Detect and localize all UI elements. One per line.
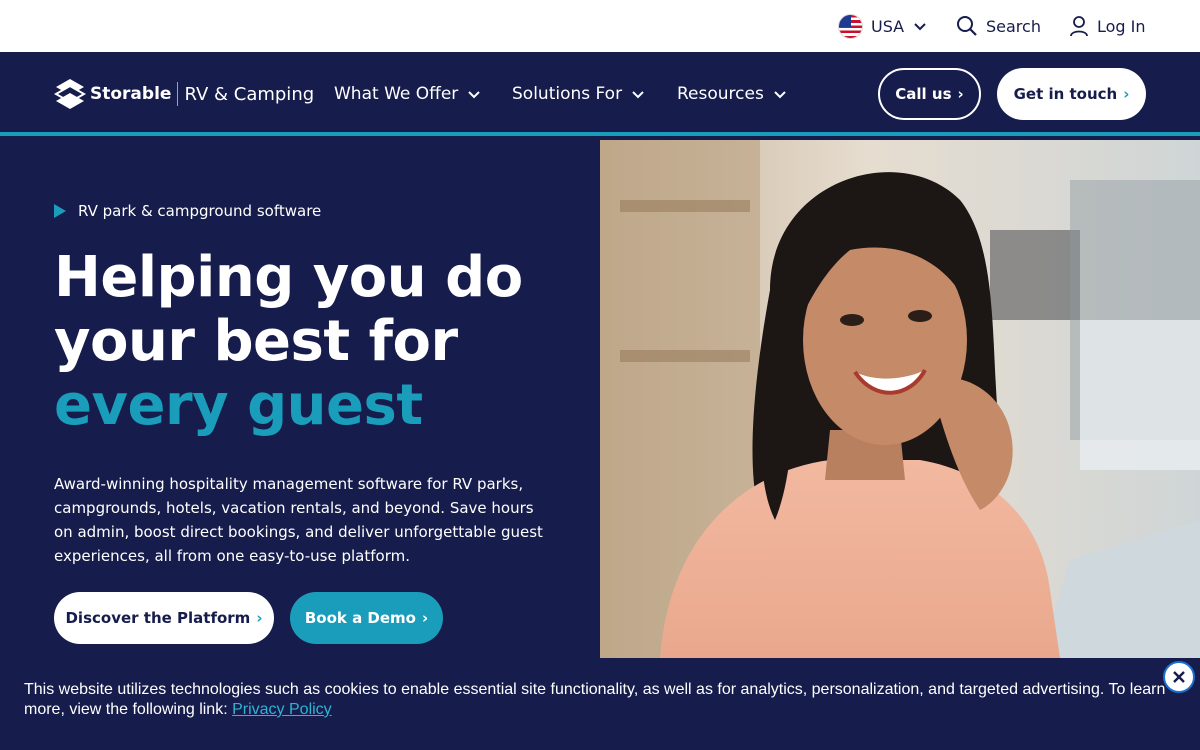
hero-eyebrow: RV park & campground software [54, 202, 321, 220]
country-label: USA [871, 16, 905, 36]
nav-item-solutions-for[interactable]: Solutions For [512, 52, 646, 136]
hero-section: RV park & campground software Helping yo… [0, 140, 600, 658]
country-selector[interactable]: USA [838, 0, 928, 52]
get-in-touch-label: Get in touch [1013, 85, 1118, 103]
chevron-right-icon: › [256, 609, 263, 627]
chevron-right-icon: › [957, 85, 964, 103]
chevron-down-icon [468, 91, 481, 99]
logo-divider [177, 82, 179, 106]
login-label: Log In [1097, 16, 1146, 36]
headline-accent: every guest [54, 373, 423, 438]
nav-item-label: Resources [677, 84, 764, 104]
chevron-right-icon: › [1123, 85, 1130, 103]
main-nav: Storable RV & Camping What We Offer Solu… [0, 52, 1200, 136]
headline-line-2: your best for [54, 309, 458, 374]
search-icon [957, 16, 977, 36]
discover-platform-button[interactable]: Discover the Platform › [54, 592, 274, 644]
nav-item-label: Solutions For [512, 84, 623, 104]
headline-line-1: Helping you do [54, 245, 523, 310]
nav-item-label: What We Offer [334, 84, 459, 104]
book-demo-button[interactable]: Book a Demo › [290, 592, 443, 644]
cookie-text: This website utilizes technologies such … [24, 680, 1174, 720]
hero-eyebrow-text: RV park & campground software [78, 202, 322, 220]
call-us-button[interactable]: Call us › [878, 68, 981, 120]
triangle-bullet-icon [54, 204, 66, 218]
cookie-message: This website utilizes technologies such … [24, 681, 1166, 718]
us-flag-icon [838, 13, 863, 39]
search-button[interactable]: Search [956, 0, 1041, 52]
cookie-banner: This website utilizes technologies such … [0, 658, 1200, 750]
chevron-down-icon [914, 23, 926, 31]
login-link[interactable]: Log In [1069, 0, 1146, 52]
storable-logo[interactable]: Storable RV & Camping [54, 76, 314, 112]
close-icon [1173, 671, 1185, 683]
nav-item-resources[interactable]: Resources [677, 52, 788, 136]
chevron-down-icon [632, 91, 644, 99]
brand-subtitle: RV & Camping [184, 83, 315, 105]
nav-item-what-we-offer[interactable]: What We Offer [334, 52, 482, 136]
search-label: Search [986, 16, 1041, 36]
brand-name: Storable [90, 84, 172, 104]
privacy-policy-link[interactable]: Privacy Policy [232, 701, 332, 718]
user-icon [1070, 16, 1088, 37]
call-us-label: Call us [895, 85, 952, 103]
utility-bar: USA Search Log In [0, 0, 1200, 52]
hero-description: Award-winning hospitality management sof… [54, 475, 543, 565]
storable-logo-mark [54, 79, 86, 109]
book-demo-label: Book a Demo [304, 609, 416, 627]
hero-headline: Helping you do your best for every guest [54, 246, 594, 438]
chevron-down-icon [774, 91, 786, 99]
cookie-close-button[interactable] [1163, 661, 1195, 693]
get-in-touch-button[interactable]: Get in touch › [997, 68, 1146, 120]
hero-photo [600, 140, 1200, 658]
chevron-right-icon: › [421, 609, 429, 627]
discover-platform-label: Discover the Platform [65, 609, 251, 627]
hero-photo-illustration [600, 140, 1200, 658]
